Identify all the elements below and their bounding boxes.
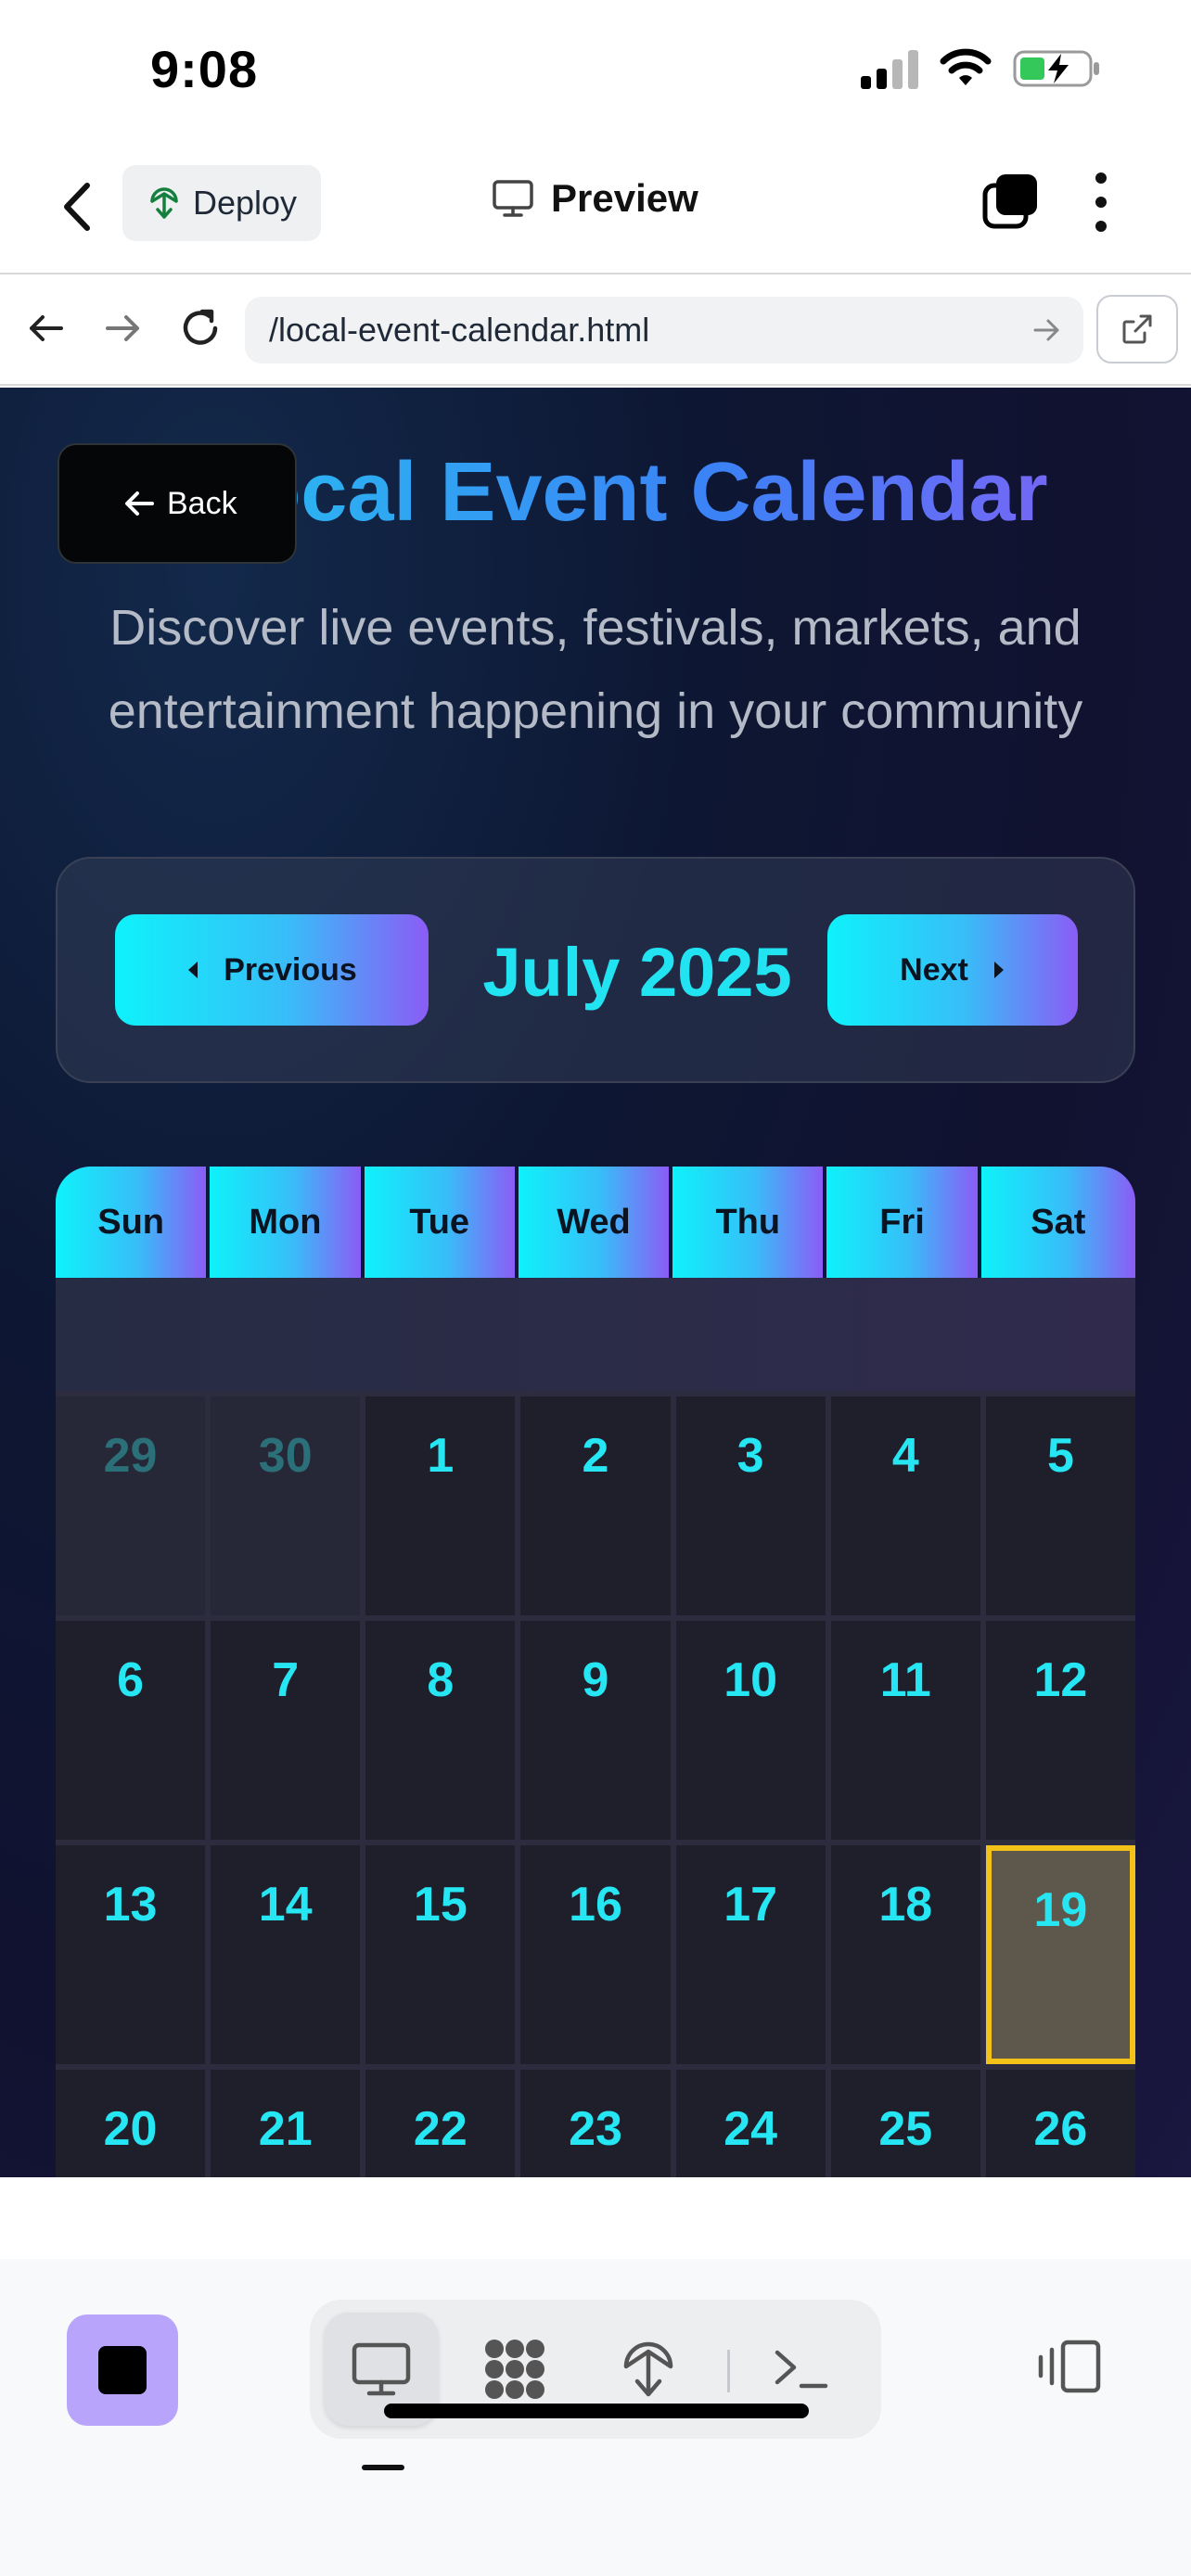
subtitle-line-1: Discover live events, festivals, markets… bbox=[109, 600, 1082, 656]
next-month-button[interactable]: Next bbox=[827, 914, 1078, 1026]
weekday-sat: Sat bbox=[980, 1167, 1135, 1278]
preview-title-text: Preview bbox=[551, 176, 698, 220]
monitor-icon bbox=[352, 2342, 411, 2396]
day-cell[interactable]: 8 bbox=[365, 1621, 516, 1840]
day-cell[interactable]: 6 bbox=[56, 1621, 206, 1840]
weekday-sun: Sun bbox=[56, 1167, 211, 1278]
signal-icon bbox=[861, 48, 918, 89]
webview: Local Event Calendar Back Discover live … bbox=[0, 388, 1191, 2177]
day-cell[interactable]: 29 bbox=[56, 1396, 206, 1615]
day-cell[interactable]: 7 bbox=[211, 1621, 361, 1840]
battery-icon bbox=[1013, 50, 1099, 87]
subtitle-line-2: entertainment happening in your communit… bbox=[108, 683, 1083, 739]
day-cell[interactable]: 24 bbox=[675, 2070, 826, 2177]
day-cell[interactable]: 11 bbox=[830, 1621, 980, 1840]
day-cell[interactable]: 13 bbox=[56, 1845, 206, 2064]
day-cell[interactable]: 5 bbox=[985, 1396, 1135, 1615]
caret-left-icon bbox=[188, 962, 198, 978]
day-cell[interactable]: 15 bbox=[365, 1845, 516, 2064]
day-cell[interactable]: 18 bbox=[830, 1845, 980, 2064]
preview-title: Preview bbox=[492, 176, 698, 221]
back-chevron-icon[interactable] bbox=[58, 178, 98, 236]
browser-bar: /local-event-calendar.html bbox=[0, 274, 1191, 386]
app-header: Deploy Preview bbox=[0, 139, 1191, 274]
layout-icon[interactable] bbox=[1035, 2337, 1104, 2396]
monitor-icon bbox=[493, 180, 533, 217]
weekday-header: Sun Mon Tue Wed Thu Fri Sat bbox=[56, 1167, 1135, 1278]
weekday-mon: Mon bbox=[210, 1167, 365, 1278]
status-time: 9:08 bbox=[150, 40, 259, 98]
previous-month-button[interactable]: Previous bbox=[115, 914, 429, 1026]
more-options-icon[interactable] bbox=[1091, 172, 1111, 232]
day-cell[interactable]: 12 bbox=[985, 1621, 1135, 1840]
previous-label: Previous bbox=[224, 951, 357, 988]
deploy-icon bbox=[623, 2341, 673, 2397]
day-cell[interactable]: 1 bbox=[365, 1396, 516, 1615]
day-cell[interactable]: 26 bbox=[985, 2070, 1135, 2177]
day-cell-today[interactable]: 19 bbox=[985, 1845, 1135, 2064]
deploy-button[interactable]: Deploy bbox=[122, 165, 321, 241]
current-month: July 2025 bbox=[482, 934, 792, 1011]
day-cell[interactable]: 16 bbox=[520, 1845, 671, 2064]
wifi-icon bbox=[940, 48, 992, 85]
deploy-icon bbox=[150, 187, 178, 219]
day-cell[interactable]: 9 bbox=[520, 1621, 671, 1840]
day-cell[interactable]: 21 bbox=[211, 2070, 361, 2177]
weekday-tue: Tue bbox=[364, 1167, 519, 1278]
next-label: Next bbox=[900, 951, 968, 988]
grid-icon bbox=[485, 2340, 544, 2399]
url-text: /local-event-calendar.html bbox=[269, 311, 650, 349]
day-cell[interactable]: 30 bbox=[211, 1396, 361, 1615]
go-arrow-icon[interactable] bbox=[1030, 313, 1063, 347]
home-indicator bbox=[384, 2404, 809, 2418]
caret-right-icon bbox=[993, 962, 1004, 978]
calendar: Sun Mon Tue Wed Thu Fri Sat 29 30 1 2 3 … bbox=[56, 1167, 1135, 2177]
day-cell[interactable]: 20 bbox=[56, 2070, 206, 2177]
forward-arrow-icon[interactable] bbox=[96, 302, 148, 354]
subtitle: Discover live events, festivals, markets… bbox=[56, 586, 1135, 753]
reload-icon[interactable] bbox=[174, 302, 226, 354]
active-tab-indicator bbox=[362, 2465, 404, 2470]
day-cell[interactable]: 22 bbox=[365, 2070, 516, 2177]
day-cell[interactable]: 3 bbox=[675, 1396, 826, 1615]
day-cell[interactable]: 25 bbox=[830, 2070, 980, 2177]
day-cell[interactable]: 23 bbox=[520, 2070, 671, 2177]
back-arrow-icon[interactable] bbox=[20, 302, 72, 354]
back-label: Back bbox=[167, 485, 237, 521]
open-external-button[interactable] bbox=[1096, 295, 1178, 363]
deploy-label: Deploy bbox=[193, 184, 298, 222]
external-link-icon bbox=[1122, 314, 1152, 344]
day-cell[interactable]: 17 bbox=[675, 1845, 826, 2064]
day-cell[interactable]: 14 bbox=[211, 1845, 361, 2064]
day-cell[interactable]: 10 bbox=[675, 1621, 826, 1840]
calendar-grid: 29 30 1 2 3 4 5 6 7 8 9 10 11 12 13 14 1… bbox=[56, 1391, 1135, 2177]
weekday-thu: Thu bbox=[672, 1167, 827, 1278]
terminal-icon bbox=[775, 2350, 828, 2389]
toolbar-divider bbox=[727, 2350, 730, 2392]
status-bar: 9:08 bbox=[0, 0, 1191, 139]
stop-icon bbox=[98, 2346, 147, 2394]
tabs-icon[interactable] bbox=[981, 172, 1039, 230]
status-icons bbox=[861, 48, 1102, 89]
day-cell[interactable]: 4 bbox=[830, 1396, 980, 1615]
weekday-fri: Fri bbox=[826, 1167, 981, 1278]
stop-button[interactable] bbox=[67, 2315, 178, 2426]
calendar-spacer bbox=[56, 1278, 1135, 1391]
weekday-wed: Wed bbox=[518, 1167, 673, 1278]
day-cell[interactable]: 2 bbox=[520, 1396, 671, 1615]
url-field[interactable]: /local-event-calendar.html bbox=[245, 297, 1083, 363]
month-navigation: Previous July 2025 Next bbox=[56, 857, 1135, 1083]
back-button[interactable]: Back bbox=[58, 443, 297, 564]
arrow-left-icon bbox=[125, 491, 154, 516]
